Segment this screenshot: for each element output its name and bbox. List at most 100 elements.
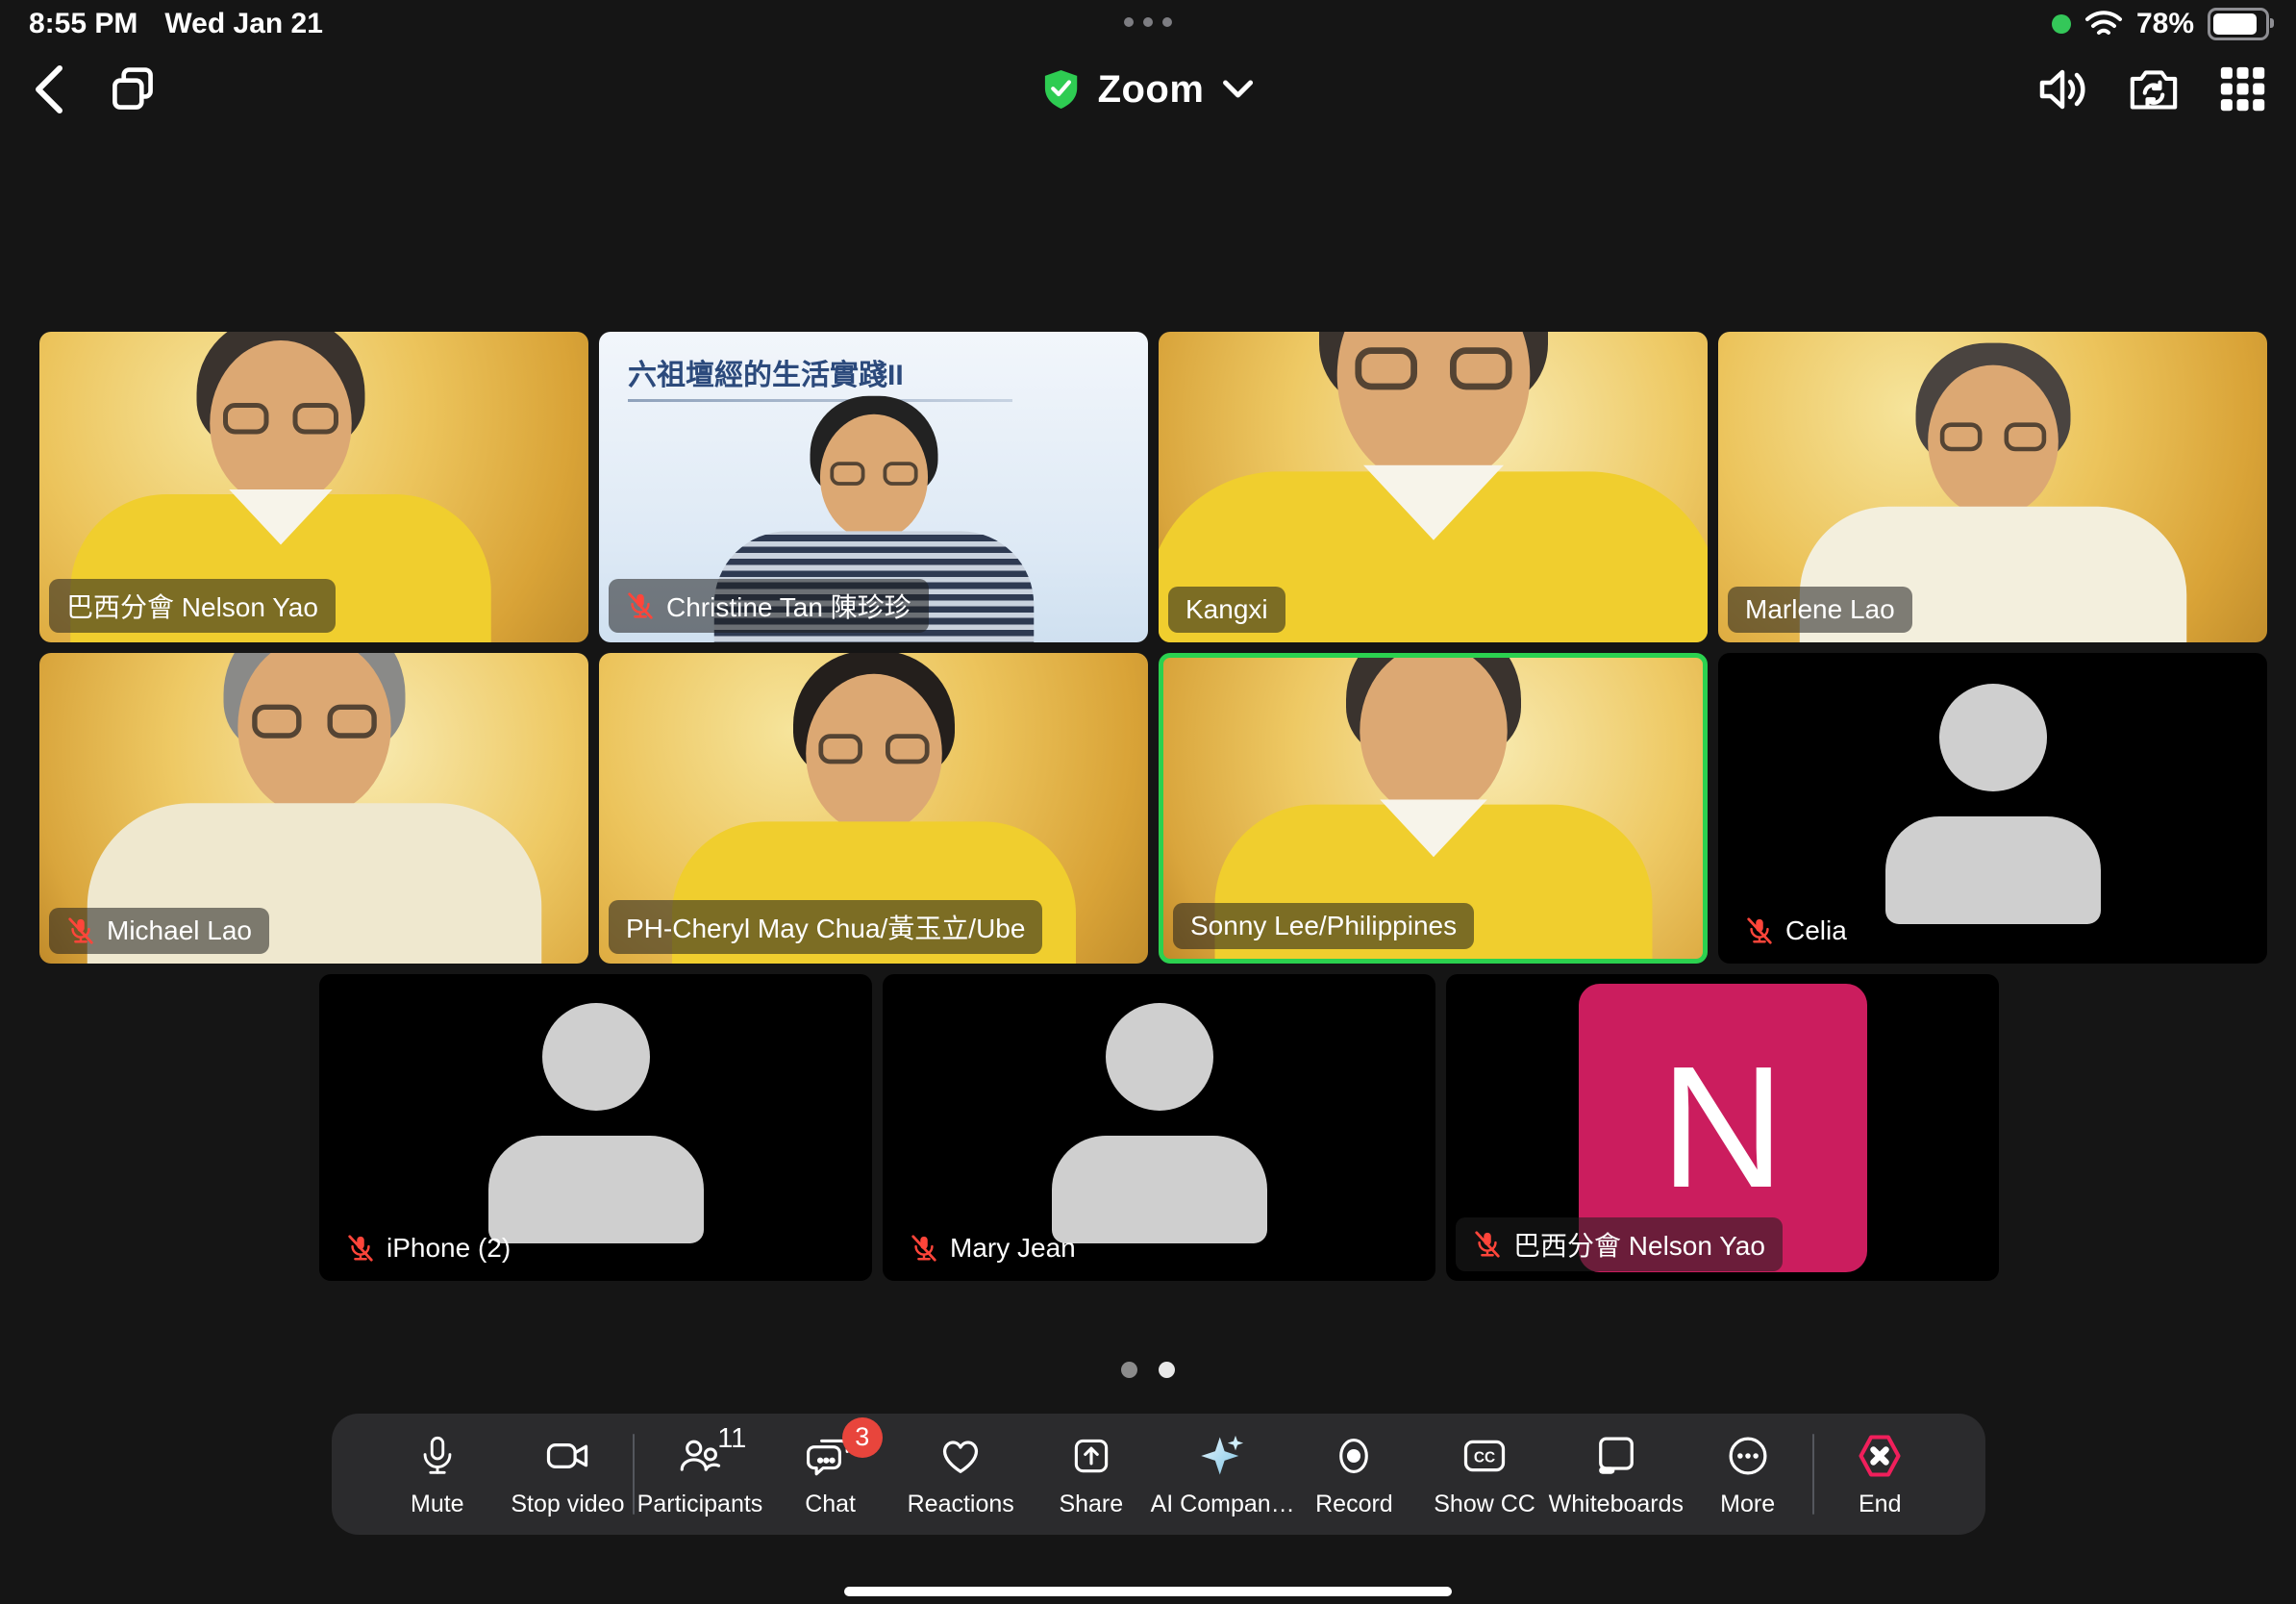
overlapping-squares-icon	[108, 64, 158, 114]
meeting-toolbar: Mute Stop video 11 Participants 3 Chat	[332, 1414, 1985, 1535]
chat-button[interactable]: 3 Chat	[765, 1431, 896, 1518]
participant-name: Sonny Lee/Philippines	[1190, 911, 1457, 941]
muted-mic-icon	[1745, 916, 1774, 945]
meeting-info-button[interactable]: Zoom	[1042, 67, 1255, 112]
app-switcher-indicator-icon	[1124, 17, 1172, 27]
participant-name-label: Christine Tan 陳珍珍	[609, 579, 929, 633]
svg-text:CC: CC	[1474, 1449, 1495, 1466]
muted-mic-icon	[910, 1234, 938, 1263]
muted-mic-icon	[346, 1234, 375, 1263]
avatar-placeholder-icon	[1883, 684, 2104, 924]
participant-name: Christine Tan 陳珍珍	[666, 587, 911, 625]
app-switch-button[interactable]	[108, 64, 158, 114]
chat-unread-badge: 3	[842, 1417, 883, 1458]
page-dot-2-active[interactable]	[1159, 1362, 1175, 1378]
ai-sparkle-icon	[1198, 1431, 1248, 1481]
video-tile-nelson-yao-phone[interactable]: N 巴西分會 Nelson Yao	[1446, 974, 1999, 1281]
whiteboard-icon	[1591, 1431, 1641, 1481]
nav-bar: Zoom	[0, 46, 2296, 133]
status-bar: 8:55 PM Wed Jan 21 78%	[0, 0, 2296, 46]
video-tile-cheryl-may-chua[interactable]: PH-Cheryl May Chua/黃玉立/Ube	[599, 653, 1148, 964]
audio-output-button[interactable]	[2036, 65, 2090, 113]
muted-mic-icon	[66, 916, 95, 945]
reactions-button[interactable]: Reactions	[895, 1431, 1026, 1518]
video-grid-row-2: Michael Lao PH-Cheryl May Chua/黃玉立/Ube S…	[39, 653, 2267, 964]
switch-camera-button[interactable]	[2127, 66, 2181, 113]
reactions-label: Reactions	[908, 1491, 1014, 1518]
video-tile-kangxi[interactable]: Kangxi	[1159, 332, 1708, 642]
wifi-icon	[2084, 10, 2123, 38]
heart-icon	[936, 1431, 986, 1481]
participant-name-label: Celia	[1728, 908, 1864, 954]
privacy-indicator-icon	[2052, 14, 2071, 34]
participants-button[interactable]: 11 Participants	[635, 1431, 765, 1518]
mute-label: Mute	[411, 1491, 464, 1518]
zoom-call-screen: 8:55 PM Wed Jan 21 78%	[0, 0, 2296, 1604]
chevron-down-icon	[1221, 79, 1254, 100]
page-dot-1[interactable]	[1121, 1362, 1137, 1378]
video-tile-marlene-lao[interactable]: Marlene Lao	[1718, 332, 2267, 642]
participant-name: iPhone (2)	[387, 1233, 511, 1264]
show-cc-button[interactable]: CC Show CC	[1419, 1431, 1550, 1518]
mute-button[interactable]: Mute	[372, 1431, 503, 1518]
app-title: Zoom	[1098, 68, 1205, 112]
video-tile-christine-tan[interactable]: 六祖壇經的生活實踐II Christine Tan 陳珍珍	[599, 332, 1148, 642]
ai-companion-label: AI Compan…	[1151, 1491, 1295, 1518]
video-grid-row-3: iPhone (2) Mary Jean N 巴西分會 Nelson Yao	[319, 974, 1999, 1281]
avatar-placeholder-icon	[1049, 1003, 1270, 1243]
speaker-icon	[2036, 65, 2090, 113]
camera-flip-icon	[2127, 66, 2181, 113]
video-tile-mary-jean[interactable]: Mary Jean	[883, 974, 1435, 1281]
share-button[interactable]: Share	[1026, 1431, 1157, 1518]
video-tile-sonny-lee-active-speaker[interactable]: Sonny Lee/Philippines	[1159, 653, 1708, 964]
muted-mic-icon	[1473, 1230, 1502, 1259]
whiteboards-button[interactable]: Whiteboards	[1550, 1431, 1683, 1518]
presentation-slide-title: 六祖壇經的生活實踐II	[628, 351, 904, 393]
battery-percent: 78%	[2136, 8, 2194, 40]
more-button[interactable]: More	[1683, 1431, 1813, 1518]
home-indicator[interactable]	[844, 1587, 1452, 1596]
participant-name: 巴西分會 Nelson Yao	[1513, 1225, 1765, 1264]
clock-time: 8:55 PM	[29, 8, 137, 40]
end-call-label: End	[1859, 1491, 1901, 1518]
participant-name-label: Marlene Lao	[1728, 587, 1912, 633]
avatar-placeholder-icon	[486, 1003, 707, 1243]
record-label: Record	[1315, 1491, 1393, 1518]
grid-icon	[2219, 65, 2267, 113]
participant-name-label: Kangxi	[1168, 587, 1285, 633]
participant-name-label: 巴西分會 Nelson Yao	[1456, 1217, 1783, 1271]
participant-name-label: Sonny Lee/Philippines	[1173, 903, 1474, 949]
share-label: Share	[1059, 1491, 1123, 1518]
participant-initial: N	[1660, 1041, 1785, 1215]
video-tile-nelson-yao[interactable]: 巴西分會 Nelson Yao	[39, 332, 588, 642]
chat-label: Chat	[805, 1491, 856, 1518]
more-label: More	[1720, 1491, 1775, 1518]
video-camera-icon	[542, 1431, 592, 1481]
video-tile-celia[interactable]: Celia	[1718, 653, 2267, 964]
back-button[interactable]	[29, 63, 71, 116]
apps-grid-button[interactable]	[2219, 65, 2267, 113]
record-button[interactable]: Record	[1289, 1431, 1420, 1518]
show-cc-label: Show CC	[1434, 1491, 1535, 1518]
participant-name: 巴西分會 Nelson Yao	[66, 587, 318, 625]
record-icon	[1330, 1431, 1378, 1481]
chevron-left-icon	[29, 63, 71, 116]
video-tile-iphone-2[interactable]: iPhone (2)	[319, 974, 872, 1281]
participant-name-label: PH-Cheryl May Chua/黃玉立/Ube	[609, 900, 1042, 954]
participant-name: PH-Cheryl May Chua/黃玉立/Ube	[626, 908, 1025, 946]
whiteboards-label: Whiteboards	[1549, 1491, 1684, 1518]
participant-name-label: Michael Lao	[49, 908, 269, 954]
end-call-button[interactable]: End	[1814, 1431, 1945, 1518]
clock-date: Wed Jan 21	[164, 8, 323, 40]
participant-name: Michael Lao	[107, 915, 252, 946]
end-call-icon	[1855, 1431, 1905, 1481]
video-grid-row-1: 巴西分會 Nelson Yao 六祖壇經的生活實踐II Christine Ta…	[39, 332, 2267, 642]
participant-name: Mary Jean	[950, 1233, 1076, 1264]
closed-captions-icon: CC	[1459, 1431, 1510, 1481]
video-tile-michael-lao[interactable]: Michael Lao	[39, 653, 588, 964]
battery-icon	[2208, 8, 2269, 40]
ai-companion-button[interactable]: AI Compan…	[1157, 1431, 1289, 1518]
participants-count: 11	[717, 1423, 746, 1455]
stop-video-button[interactable]: Stop video	[503, 1431, 634, 1518]
muted-mic-icon	[626, 591, 655, 620]
